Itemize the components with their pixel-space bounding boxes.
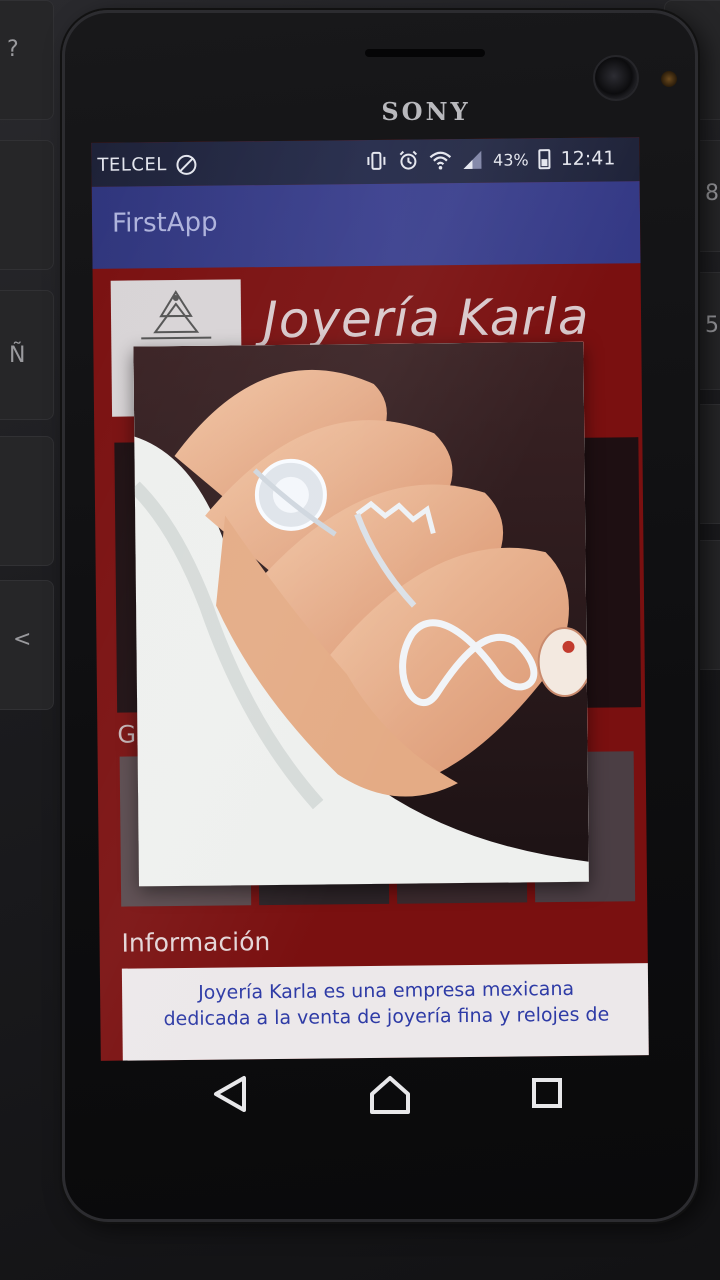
home-icon[interactable] [364,1068,416,1120]
keyboard-key-label: Ñ [9,343,26,368]
alarm-icon [399,150,417,170]
keyboard-key-label: 5 [705,313,719,338]
keyboard-key [0,436,54,566]
back-icon[interactable] [204,1068,256,1120]
phone-screen: TELCEL 43% 12:41 FirstApp Joyería Karla … [91,137,649,1061]
keyboard-key [0,140,54,270]
recents-icon[interactable] [522,1068,574,1120]
info-text-line: dedicada a la venta de joyería fina y re… [163,1003,610,1031]
proximity-sensor [661,71,677,87]
photo-of-phone: ? Ñ < 8 5 SONY TELCEL 43% 12:41 FirstApp… [0,0,720,1280]
vibrate-icon [367,151,386,170]
no-sim-icon [176,154,197,175]
keyboard-key-n-tilde: Ñ [0,290,54,420]
rings-on-hand-photo [133,341,589,887]
keyboard-key-label: < [13,627,32,652]
device-brand-logo: SONY [381,97,471,126]
keyboard-key-label: ? [7,37,19,62]
store-logo-art [141,290,212,340]
app-title: FirstApp [111,207,218,239]
status-bar: TELCEL 43% 12:41 [91,137,640,187]
clock: 12:41 [560,147,616,170]
status-icons: 43% 12:41 [365,147,616,172]
info-description: Joyería Karla es una empresa mexicana de… [121,963,649,1061]
enlarged-photo-dialog[interactable] [133,341,589,887]
earpiece-speaker [365,49,485,57]
info-heading: Información [121,927,271,958]
wifi-icon [429,151,451,170]
keyboard-key-less-than: < [0,580,54,710]
signal-icon [463,150,482,170]
keyboard-key-question: ? [0,0,54,120]
keyboard-key-label: 8 [705,181,719,206]
store-title: Joyería Karla [262,287,590,350]
navigation-bar [176,1060,576,1130]
battery-icon [538,149,551,170]
gallery-heading: G [117,720,137,749]
app-bar: FirstApp [91,181,641,269]
battery-percentage: 43% [492,149,529,170]
front-camera [593,55,639,101]
carrier-name: TELCEL [97,154,167,176]
